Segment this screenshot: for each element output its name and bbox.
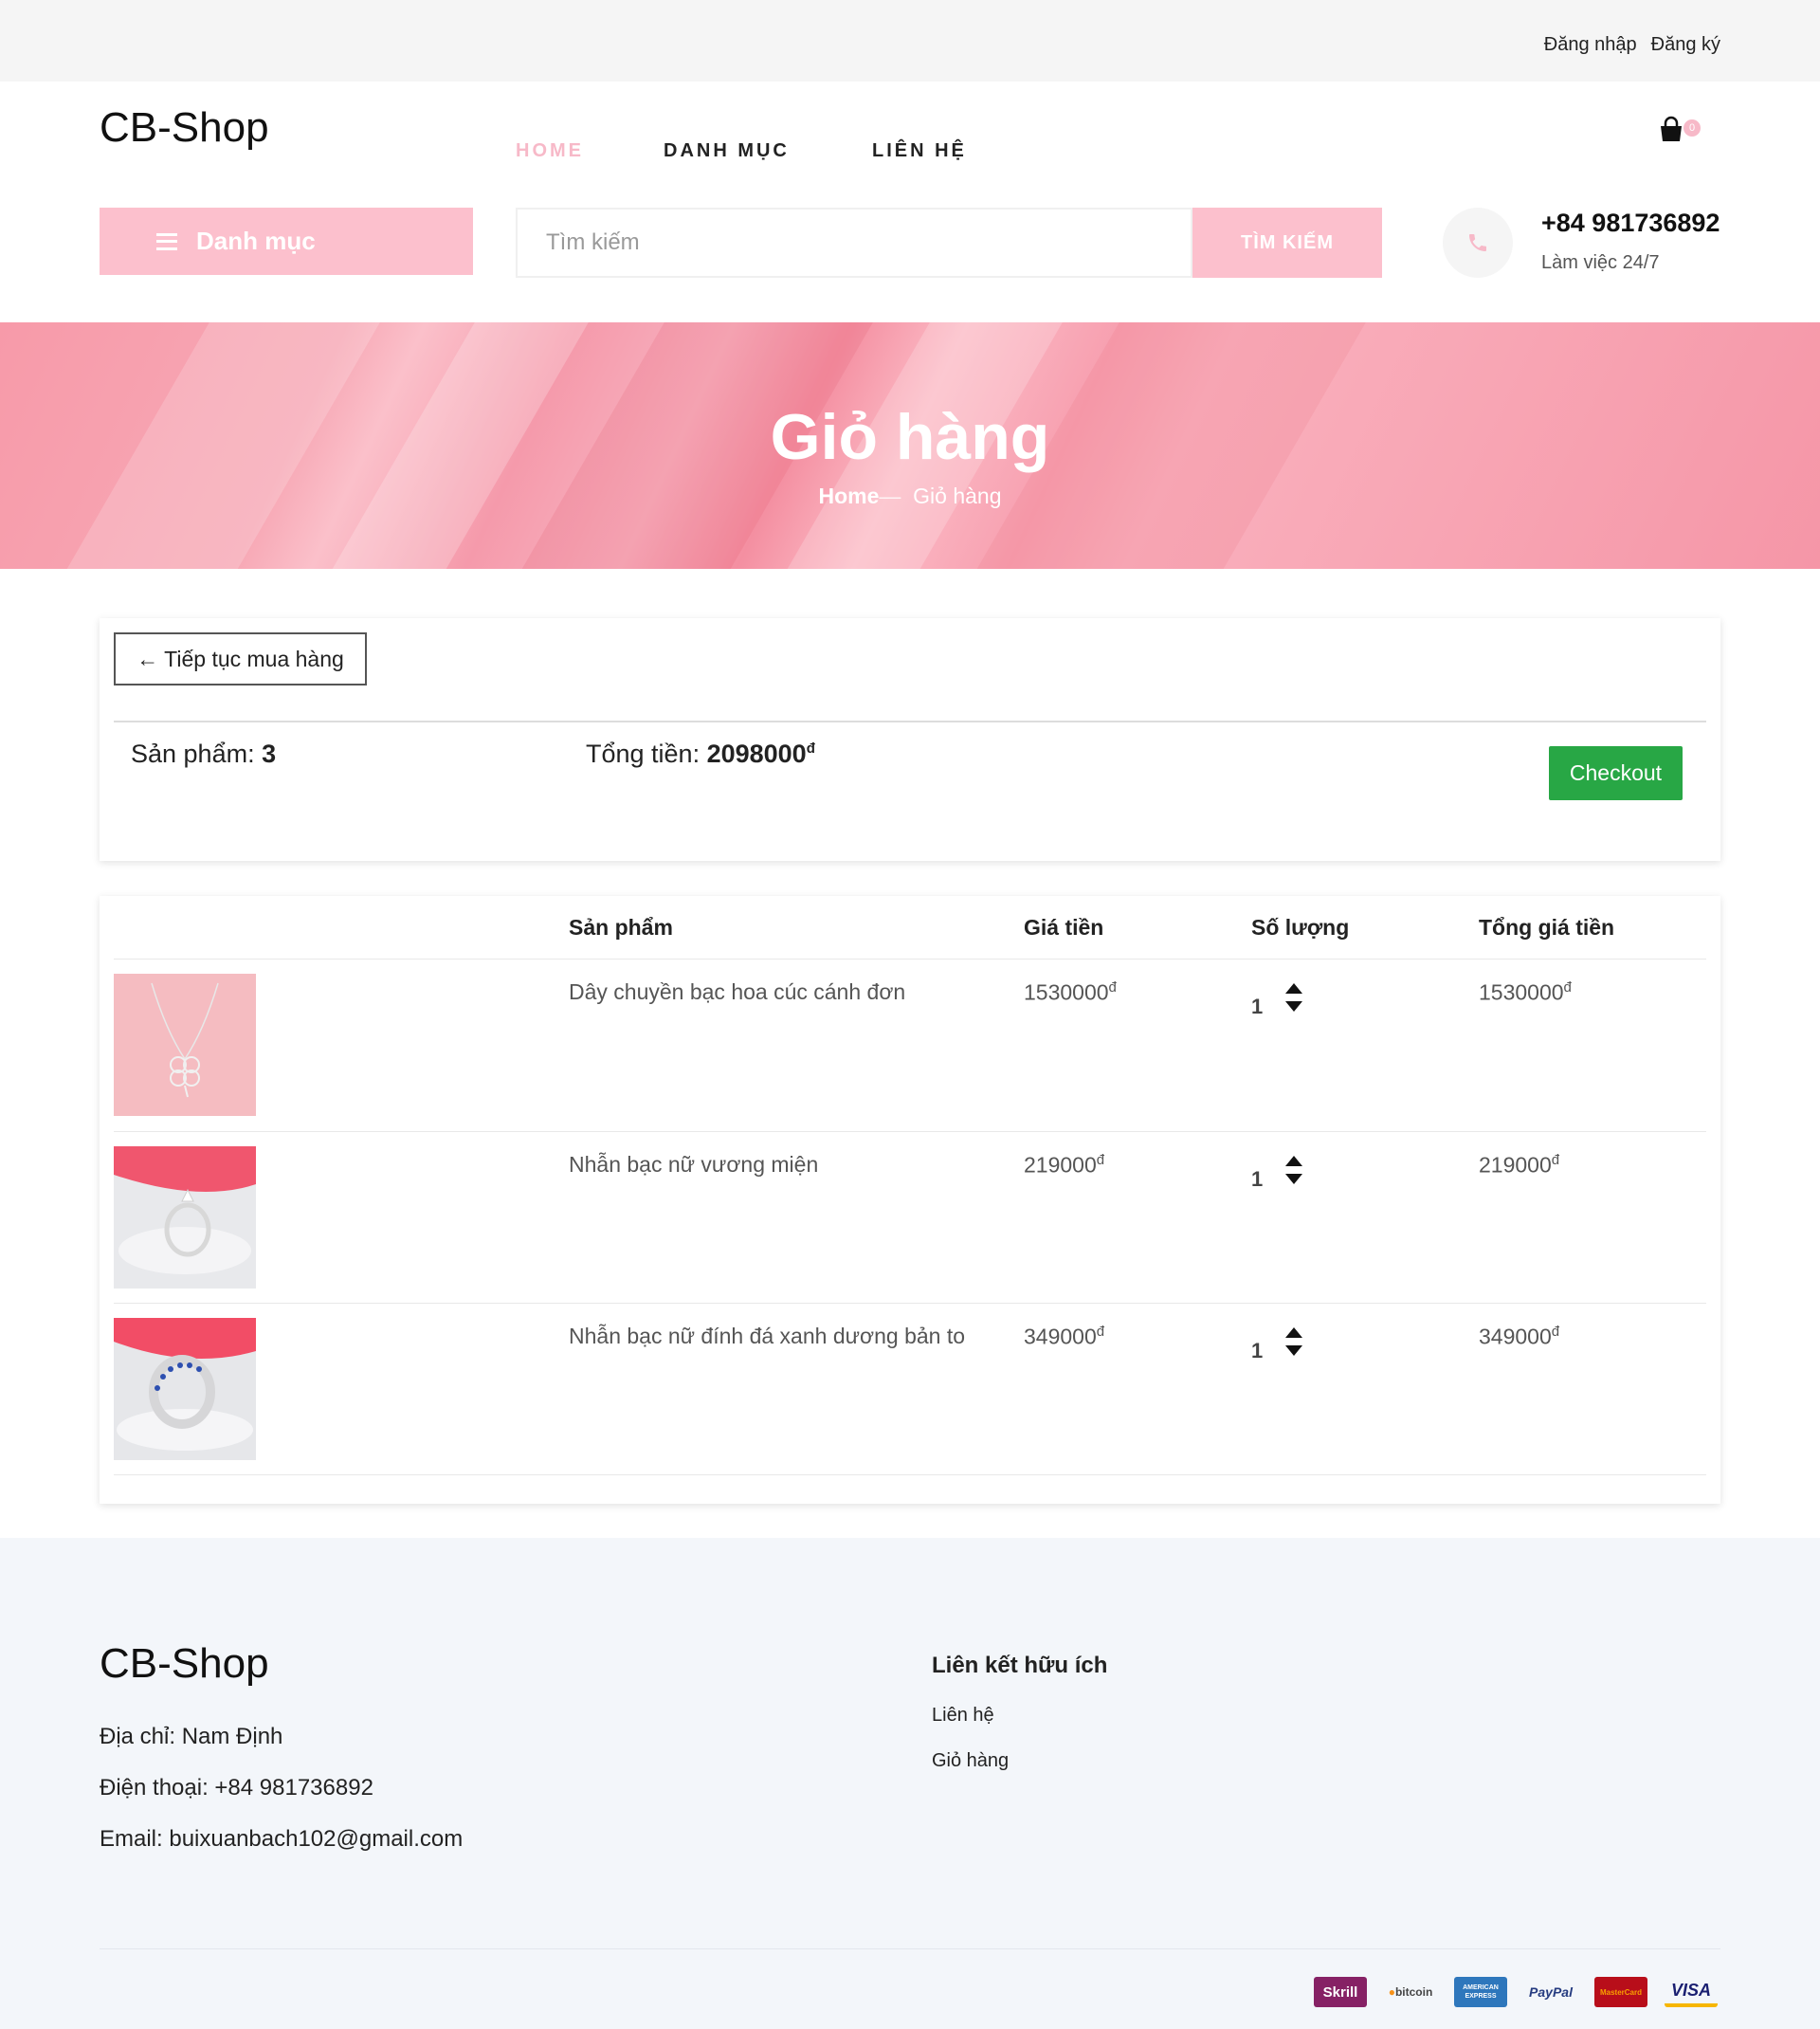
cart-count-badge: 0	[1684, 119, 1701, 137]
register-link[interactable]: Đăng ký	[1651, 34, 1720, 56]
product-name[interactable]: Nhẫn bạc nữ vương miện	[569, 1152, 818, 1178]
quantity-stepper[interactable]	[1284, 980, 1303, 1014]
breadcrumb: Home— Giỏ hàng	[0, 484, 1820, 509]
bitcoin-logo-text: bitcoin	[1394, 1985, 1433, 1999]
increase-arrow-icon	[1285, 1327, 1302, 1338]
cart-table	[100, 896, 1720, 1504]
checkout-button[interactable]: Checkout	[1549, 746, 1683, 800]
site-logo[interactable]: CB-Shop	[100, 104, 269, 152]
footer-phone: Điện thoại: +84 981736892	[100, 1775, 373, 1801]
currency-symbol: đ	[1096, 1324, 1105, 1340]
cart-total: Tổng tiền: 2098000đ	[586, 740, 815, 769]
search-input[interactable]	[518, 210, 1191, 276]
row-divider	[114, 959, 1706, 960]
product-image-blue-stone-ring[interactable]	[114, 1318, 256, 1460]
line-total-value: 219000	[1479, 1152, 1552, 1178]
continue-shopping-button[interactable]: ← Tiếp tục mua hàng	[114, 632, 367, 685]
paypal-logo: PayPal	[1529, 1984, 1573, 2000]
phone-number: +84 981736892	[1541, 209, 1720, 237]
cart-total-value: 2098000	[706, 740, 807, 768]
product-price: 1530000đ	[1024, 979, 1117, 1006]
login-link[interactable]: Đăng nhập	[1544, 34, 1637, 56]
auth-links: Đăng nhập Đăng ký	[1544, 34, 1720, 56]
product-price-value: 219000	[1024, 1152, 1097, 1178]
column-header-product: Sản phẩm	[569, 915, 673, 940]
decrease-arrow-icon	[1285, 1174, 1302, 1184]
currency-symbol: đ	[1551, 1324, 1560, 1340]
currency-symbol: đ	[806, 740, 815, 757]
footer-link-contact[interactable]: Liên hệ	[932, 1705, 994, 1727]
divider	[114, 721, 1706, 722]
cart-total-label: Tổng tiền:	[586, 740, 707, 768]
quantity-value: 1	[1251, 1339, 1264, 1362]
skrill-logo: Skrill	[1314, 1977, 1367, 2007]
working-hours: Làm việc 24/7	[1541, 252, 1660, 273]
product-name[interactable]: Nhẫn bạc nữ đính đá xanh dương bản to	[569, 1324, 965, 1349]
top-bar: Đăng nhập Đăng ký	[0, 0, 1820, 82]
footer-logo[interactable]: CB-Shop	[100, 1640, 269, 1688]
nav-categories[interactable]: DANH MỤC	[664, 140, 790, 162]
line-total-value: 349000	[1479, 1324, 1552, 1349]
breadcrumb-home[interactable]: Home	[818, 484, 879, 508]
row-divider	[114, 1474, 1706, 1475]
row-divider	[114, 1131, 1706, 1132]
useful-links-title: Liên kết hữu ích	[932, 1653, 1108, 1678]
product-count: Sản phẩm: 3	[131, 740, 276, 769]
decrease-arrow-icon	[1285, 1345, 1302, 1356]
row-divider	[114, 1303, 1706, 1304]
product-price-value: 1530000	[1024, 979, 1109, 1005]
menu-icon	[156, 232, 177, 250]
column-header-quantity: Số lượng	[1251, 915, 1350, 940]
product-count-label: Sản phẩm:	[131, 740, 263, 768]
shopping-bag-icon[interactable]	[1657, 116, 1685, 144]
product-count-value: 3	[262, 740, 277, 768]
product-image-necklace[interactable]	[114, 974, 256, 1116]
line-total-value: 1530000	[1479, 979, 1564, 1005]
category-menu-button[interactable]: Danh mục	[100, 208, 473, 275]
nav-home[interactable]: HOME	[516, 140, 584, 162]
bitcoin-logo: ● bitcoin	[1388, 1985, 1433, 1999]
mastercard-logo: MasterCard	[1594, 1977, 1647, 2007]
quantity-stepper[interactable]	[1284, 1325, 1303, 1359]
product-price-value: 349000	[1024, 1324, 1097, 1349]
line-total: 219000đ	[1479, 1152, 1559, 1179]
currency-symbol: đ	[1108, 979, 1117, 996]
product-image-crown-ring[interactable]	[114, 1146, 256, 1289]
decrease-arrow-icon	[1285, 1001, 1302, 1012]
line-total: 349000đ	[1479, 1324, 1559, 1350]
footer-email: Email: buixuanbach102@gmail.com	[100, 1826, 464, 1852]
search-box	[516, 208, 1192, 278]
product-name[interactable]: Dây chuyền bạc hoa cúc cánh đơn	[569, 979, 905, 1005]
footer-divider	[100, 1948, 1720, 1949]
breadcrumb-separator: —	[879, 484, 901, 508]
quantity-value: 1	[1251, 995, 1264, 1018]
category-menu-label: Danh mục	[196, 227, 316, 255]
column-header-total: Tổng giá tiền	[1479, 915, 1615, 940]
nav-contact[interactable]: LIÊN HỆ	[872, 140, 967, 162]
page-title: Giỏ hàng	[770, 401, 1050, 473]
footer-link-cart[interactable]: Giỏ hàng	[932, 1750, 1009, 1772]
currency-symbol: đ	[1096, 1152, 1105, 1168]
line-total: 1530000đ	[1479, 979, 1572, 1006]
product-price: 349000đ	[1024, 1324, 1104, 1350]
visa-logo: VISA	[1665, 1977, 1718, 2007]
quantity-value: 1	[1251, 1167, 1264, 1191]
currency-symbol: đ	[1551, 1152, 1560, 1168]
increase-arrow-icon	[1285, 1156, 1302, 1166]
american-express-logo: AMERICAN EXPRESS	[1454, 1977, 1507, 2007]
footer-address: Địa chỉ: Nam Định	[100, 1724, 283, 1749]
phone-icon	[1443, 208, 1513, 278]
search-button[interactable]: TÌM KIẾM	[1192, 208, 1382, 278]
currency-symbol: đ	[1563, 979, 1572, 996]
product-price: 219000đ	[1024, 1152, 1104, 1179]
increase-arrow-icon	[1285, 983, 1302, 994]
breadcrumb-current: Giỏ hàng	[913, 484, 1002, 508]
quantity-stepper[interactable]	[1284, 1153, 1303, 1187]
column-header-price: Giá tiền	[1024, 915, 1104, 940]
